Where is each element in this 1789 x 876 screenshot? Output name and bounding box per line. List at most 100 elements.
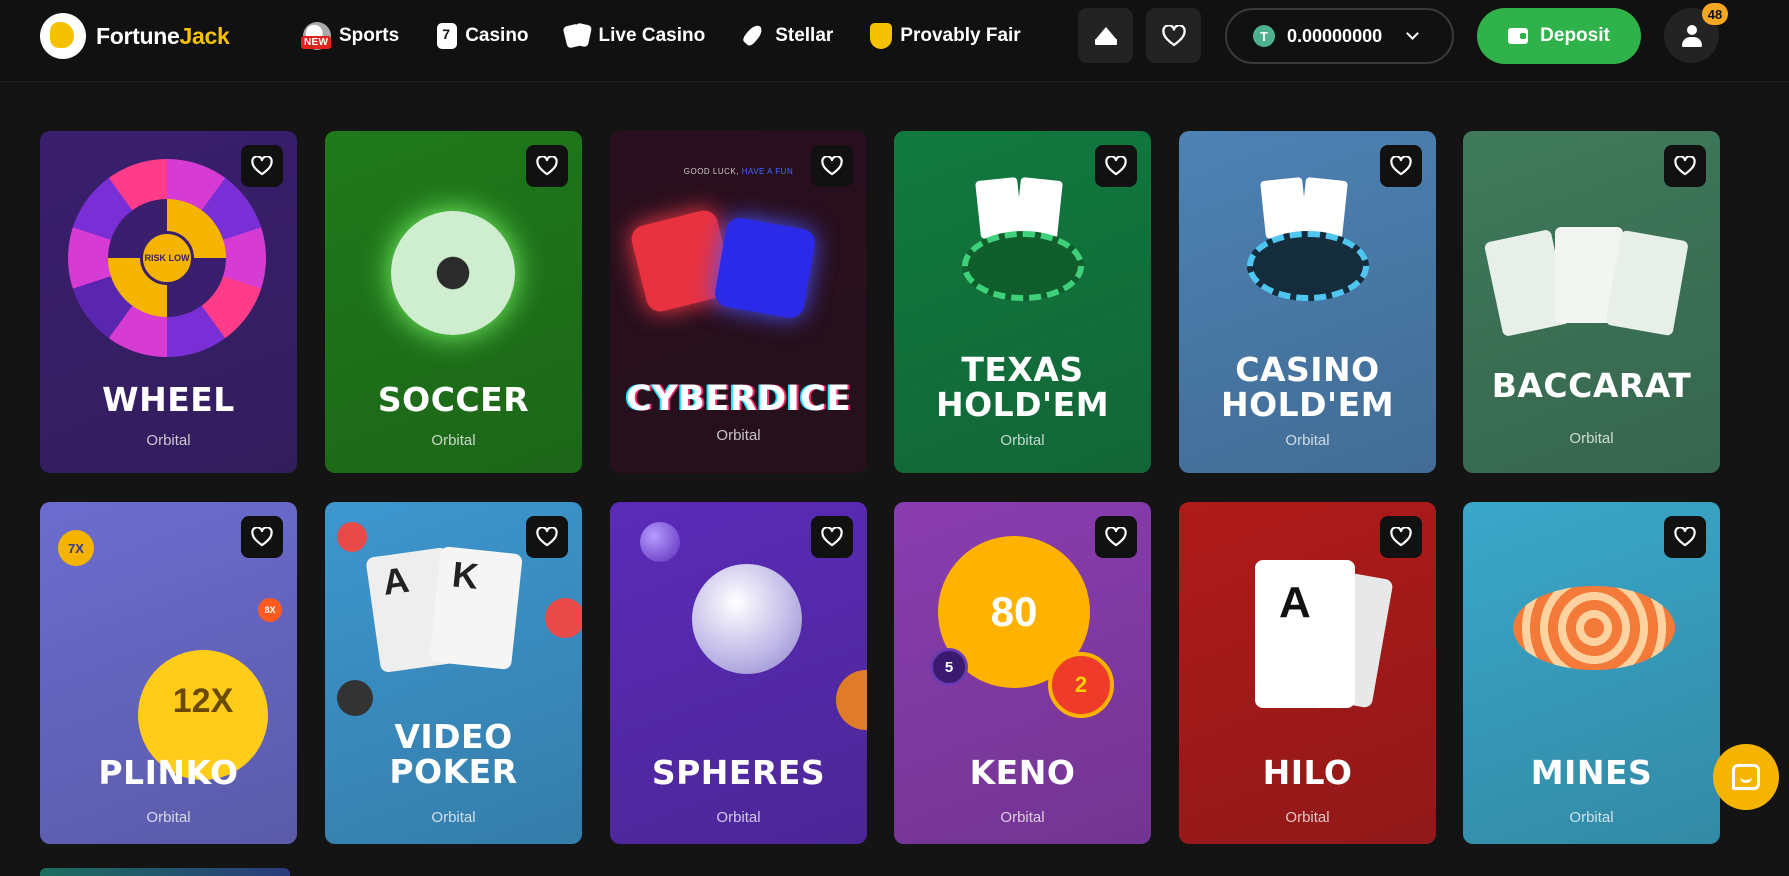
game-title: CASINO HOLD'EM [1220, 350, 1395, 424]
next-row-card-peek [40, 868, 290, 876]
keno-ball-5: 5 [930, 648, 968, 686]
game-card-plinko[interactable]: 7X 8X 12X PLINKO Orbital [40, 502, 297, 844]
heart-icon [1674, 527, 1696, 547]
spade-chip-art [337, 680, 373, 716]
favorite-toggle[interactable] [1095, 145, 1137, 187]
nav-item-stellar[interactable]: Stellar [739, 22, 833, 50]
game-card-wheel[interactable]: RISK LOW WHEEL Orbital [40, 131, 297, 473]
heart-chip-art [545, 598, 582, 638]
slot-card-icon [437, 23, 458, 49]
user-icon [1681, 24, 1702, 47]
game-provider: Orbital [1285, 432, 1330, 449]
deposit-label: Deposit [1540, 25, 1610, 46]
heart-icon [821, 527, 843, 547]
favorite-toggle[interactable] [1095, 516, 1137, 558]
vip-button[interactable] [1078, 8, 1133, 63]
nav-item-provably-fair[interactable]: Provably Fair [867, 22, 1021, 50]
game-card-soccer[interactable]: SOCCER Orbital [325, 131, 582, 473]
nav-item-sports[interactable]: NEW Sports [301, 22, 400, 50]
game-provider: Orbital [1569, 430, 1614, 447]
game-card-keno[interactable]: 80 5 2 KENO Orbital [894, 502, 1151, 844]
top-navigation-bar: FortuneJack NEW Sports Casino Live Casin… [0, 0, 1789, 82]
favorite-toggle[interactable] [811, 145, 853, 187]
plinko-chip-7x: 7X [58, 530, 94, 566]
cards-and-chips-art [1260, 176, 1353, 240]
heart-icon [1674, 156, 1696, 176]
baccarat-cards-art [1483, 227, 1693, 347]
nav-item-label: Casino [465, 25, 529, 46]
game-provider: Orbital [431, 432, 476, 449]
crown-icon [1094, 26, 1117, 45]
nav-item-label: Provably Fair [900, 25, 1021, 46]
game-card-video-poker[interactable]: A K VIDEO POKER Orbital [325, 502, 582, 844]
game-title: PLINKO [98, 753, 239, 792]
game-provider: Orbital [716, 427, 761, 444]
ace-of-spades-card-art: A [1255, 560, 1355, 708]
favorite-toggle[interactable] [811, 516, 853, 558]
game-provider: Orbital [1569, 809, 1614, 826]
heart-icon [1105, 527, 1127, 547]
tether-icon: T [1253, 25, 1275, 47]
favorite-toggle[interactable] [1380, 516, 1422, 558]
game-card-baccarat[interactable]: BACCARAT Orbital [1463, 131, 1720, 473]
game-card-hilo[interactable]: A HILO Orbital [1179, 502, 1436, 844]
wheel-art: RISK LOW [68, 159, 266, 357]
plinko-chip-8x: 8X [258, 598, 282, 622]
favorite-toggle[interactable] [526, 145, 568, 187]
balance-amount: 0.00000000 [1287, 25, 1383, 46]
main-nav: NEW Sports Casino Live Casino Stellar Pr… [301, 22, 1055, 50]
sphere-art [692, 564, 802, 674]
game-card-spheres[interactable]: SPHERES Orbital [610, 502, 867, 844]
orange-sphere-art [836, 670, 867, 730]
favorite-toggle[interactable] [1380, 145, 1422, 187]
game-card-cyberdice[interactable]: GOOD LUCK, HAVE A FUN CYBERDICE Orbital [610, 131, 867, 473]
live-chat-button[interactable] [1713, 744, 1779, 810]
deposit-button[interactable]: Deposit [1477, 8, 1641, 64]
game-provider: Orbital [1000, 432, 1045, 449]
game-title: BACCARAT [1491, 366, 1692, 405]
game-title: TEXAS HOLD'EM [935, 350, 1110, 424]
heart-icon [251, 156, 273, 176]
soccer-ball-art [391, 211, 515, 335]
game-title: WHEEL [102, 380, 235, 419]
game-provider: Orbital [1000, 809, 1045, 826]
heart-icon [536, 156, 558, 176]
nav-item-live-casino[interactable]: Live Casino [563, 22, 706, 50]
game-card-casino-holdem[interactable]: CASINO HOLD'EM Orbital [1179, 131, 1436, 473]
game-card-texas-holdem[interactable]: TEXAS HOLD'EM Orbital [894, 131, 1151, 473]
game-card-mines[interactable]: MINES Orbital [1463, 502, 1720, 844]
rocket-icon [739, 22, 767, 50]
heart-icon [1390, 527, 1412, 547]
favorite-toggle[interactable] [241, 145, 283, 187]
game-provider: Orbital [716, 809, 761, 826]
nav-item-casino[interactable]: Casino [433, 22, 529, 50]
game-title: KENO [969, 753, 1076, 792]
game-title: HILO [1262, 753, 1353, 792]
playing-cards-icon [563, 22, 591, 50]
favorite-toggle[interactable] [526, 516, 568, 558]
heart-icon [1390, 156, 1412, 176]
new-badge: NEW [301, 36, 332, 49]
chat-icon [1732, 764, 1760, 790]
small-sphere-art [640, 522, 680, 562]
favorite-toggle[interactable] [1664, 516, 1706, 558]
game-provider: Orbital [146, 432, 191, 449]
keno-ball-2: 2 [1048, 652, 1114, 718]
game-title: MINES [1530, 753, 1653, 792]
favorites-button[interactable] [1146, 8, 1201, 63]
nav-item-label: Sports [339, 25, 400, 46]
fortunejack-logo[interactable]: FortuneJack [40, 13, 230, 59]
balance-selector[interactable]: T 0.00000000 [1225, 8, 1454, 64]
king-card-art: K [429, 546, 523, 670]
chevron-down-icon [1406, 27, 1419, 40]
heart-icon [536, 527, 558, 547]
game-provider: Orbital [431, 809, 476, 826]
shield-icon [870, 23, 893, 49]
favorite-toggle[interactable] [241, 516, 283, 558]
logo-wordmark: FortuneJack [96, 22, 230, 49]
diamond-chip-art [337, 522, 367, 552]
cards-and-chips-art [975, 176, 1068, 240]
heart-icon [821, 156, 843, 176]
nav-item-label: Live Casino [598, 25, 706, 46]
favorite-toggle[interactable] [1664, 145, 1706, 187]
